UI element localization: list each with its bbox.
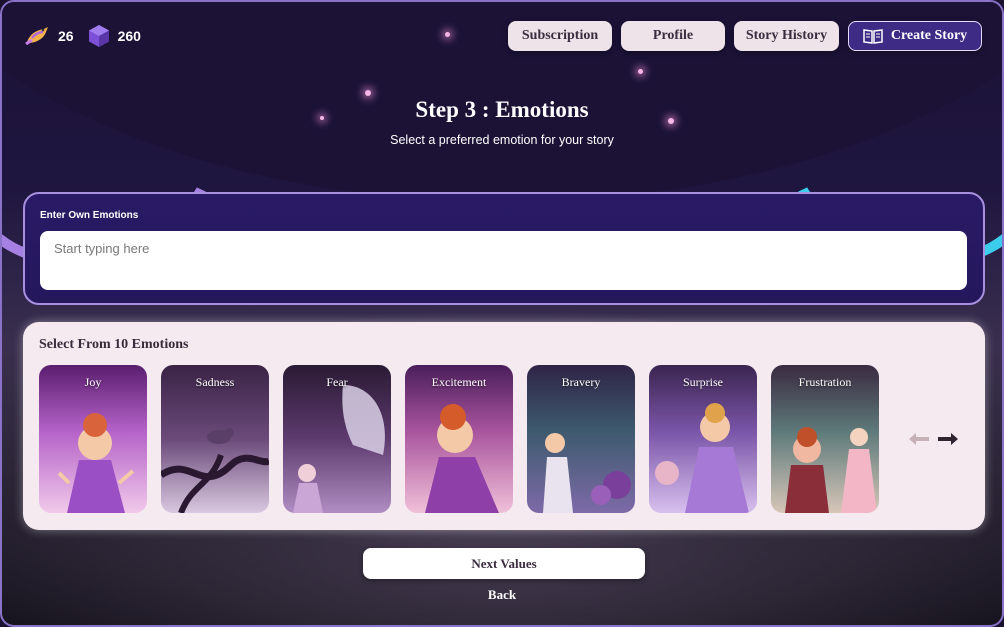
create-story-label: Create Story <box>890 28 968 43</box>
emotion-card-fear[interactable]: Fear <box>283 365 391 513</box>
book-icon <box>863 29 883 44</box>
page-subtitle: Select a preferred emotion for your stor… <box>390 133 614 147</box>
gem-icon <box>88 25 109 47</box>
arrow-left-icon[interactable] <box>908 432 930 446</box>
story-history-button[interactable]: Story History <box>734 21 839 51</box>
emotion-card-sadness[interactable]: Sadness <box>161 365 269 513</box>
own-emotions-input[interactable] <box>40 231 967 290</box>
emotion-card-label: Excitement <box>431 375 487 389</box>
emotion-card-joy[interactable]: Joy <box>39 365 147 513</box>
emotion-card-list: Joy Sadness Fear Excitement Bravery Surp… <box>39 365 879 513</box>
back-button[interactable]: Back <box>488 587 516 602</box>
emotion-card-label: Frustration <box>798 375 852 389</box>
back-button-row: Back <box>2 587 1002 603</box>
emotion-card-label: Surprise <box>683 375 723 389</box>
profile-button[interactable]: Profile <box>621 21 725 51</box>
app-frame: 26 260 Subscription Profile Story Histor… <box>0 0 1004 627</box>
emotion-card-label: Sadness <box>195 375 235 389</box>
top-nav: Subscription Profile Story History Creat… <box>508 21 982 51</box>
sparkle <box>445 32 450 37</box>
page-title: Step 3 : Emotions <box>415 97 589 122</box>
emotion-card-frustration[interactable]: Frustration <box>771 365 879 513</box>
emotions-title: Select From 10 Emotions <box>39 337 189 352</box>
emotion-card-label: Bravery <box>561 375 601 389</box>
gem-count: 260 <box>88 24 141 48</box>
emotion-card-surprise[interactable]: Surprise <box>649 365 757 513</box>
subscription-button[interactable]: Subscription <box>508 21 612 51</box>
emotion-card-label: Fear <box>326 375 348 389</box>
create-story-button[interactable]: Create Story <box>848 21 982 51</box>
arrow-right-icon[interactable] <box>937 432 959 446</box>
emotion-card-bravery[interactable]: Bravery <box>527 365 635 513</box>
gem-count-value: 260 <box>117 28 141 44</box>
emotion-card-excitement[interactable]: Excitement <box>405 365 513 513</box>
sparkle <box>638 69 643 74</box>
own-emotions-label: Enter Own Emotions <box>40 210 139 221</box>
emotions-panel: Select From 10 Emotions Joy Sadness Fear… <box>23 322 985 530</box>
sparkle <box>365 90 371 96</box>
next-values-button[interactable]: Next Values <box>363 548 645 579</box>
own-emotions-panel: Enter Own Emotions <box>23 192 985 305</box>
stats-bar: 26 260 <box>24 24 141 48</box>
feather-count-value: 26 <box>58 28 74 44</box>
bird-icon <box>25 27 48 46</box>
feather-count: 26 <box>24 24 74 48</box>
emotion-card-label: Joy <box>84 375 102 389</box>
